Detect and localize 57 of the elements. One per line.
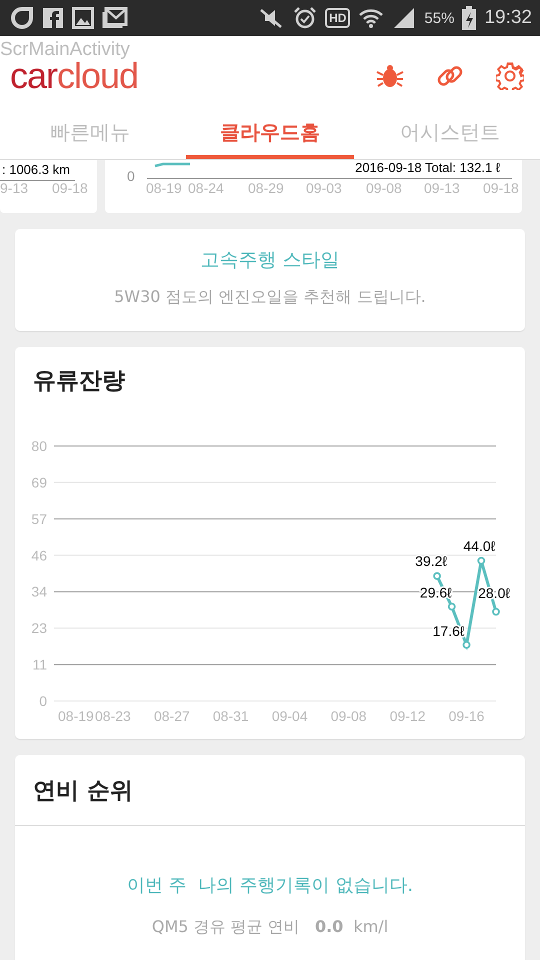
axis-label: 23 — [31, 620, 47, 636]
empty-record-message: 이번 주 나의 주행기록이 없습니다. — [126, 874, 414, 897]
chart-annotation: 2016-09-18 Total: 132.1 ℓ — [355, 160, 500, 175]
axis-label: 09-18 — [483, 180, 519, 196]
data-point — [433, 572, 441, 580]
axis-label: 9-13 — [0, 180, 28, 196]
settings-icon[interactable] — [496, 62, 524, 90]
wifi-icon — [358, 7, 384, 29]
card-title: 유류잔량 — [33, 367, 125, 396]
axis-label: 80 — [31, 438, 47, 454]
axis-label: 09-16 — [448, 708, 484, 724]
axis-label: 46 — [31, 547, 47, 564]
axis-label: 08-27 — [154, 708, 190, 724]
axis-label: 57 — [31, 510, 47, 527]
circle-logo-icon — [10, 6, 34, 30]
image-icon — [72, 7, 94, 29]
axis-label: 08-24 — [188, 180, 224, 196]
average-efficiency-text: QM5 경유 평균 연비 0.0 km/l — [152, 917, 388, 938]
axis-label: 09-03 — [306, 180, 342, 196]
battery-icon — [462, 6, 476, 30]
axis-label: 09-13 — [424, 180, 460, 196]
card-title: 고속주행 스타일 — [200, 248, 340, 273]
distance-reading: : 1006.3 km — [2, 162, 70, 177]
bug-icon[interactable] — [376, 62, 404, 88]
data-point — [477, 556, 486, 565]
axis-label: 08-29 — [248, 180, 284, 196]
axis-label: 09-08 — [366, 180, 402, 196]
card-title: 연비 순위 — [15, 755, 525, 826]
axis-label: 08-31 — [212, 708, 249, 724]
axis-label: 08-19 — [146, 180, 182, 196]
chart-line — [154, 162, 190, 168]
axis-label: 34 — [31, 584, 47, 600]
alarm-icon — [293, 6, 318, 30]
axis-label: 09-08 — [330, 708, 367, 724]
axis-label: 08-19 — [58, 708, 94, 724]
clock-time: 19:32 — [484, 7, 532, 29]
recommendation-text: 5W30 점도의 엔진오일을 추천해 드립니다. — [114, 287, 426, 308]
axis-label: 09-04 — [272, 708, 308, 724]
axis-label: 09-12 — [390, 708, 426, 724]
axis-label: 11 — [32, 656, 47, 673]
axis-label: 08-23 — [95, 708, 131, 724]
tab[interactable]: 어시스턴트 — [366, 115, 534, 159]
axis-label: 69 — [31, 474, 47, 490]
value-label: 39.2ℓ — [415, 553, 447, 570]
axis-label: 0 — [39, 693, 47, 709]
data-point — [448, 602, 456, 611]
mail-icon — [102, 7, 128, 29]
tab[interactable]: 빠른메뉴 — [6, 115, 174, 159]
signal-icon — [392, 7, 416, 29]
value-label: 44.0ℓ — [463, 538, 496, 554]
data-point — [462, 641, 470, 649]
hd-badge: HD — [325, 8, 350, 28]
data-point — [492, 608, 500, 616]
axis-label: 0 — [127, 168, 135, 184]
battery-percent: 55% — [424, 10, 454, 26]
social-app-icon — [42, 7, 64, 29]
axis-label: 09-18 — [52, 180, 88, 196]
